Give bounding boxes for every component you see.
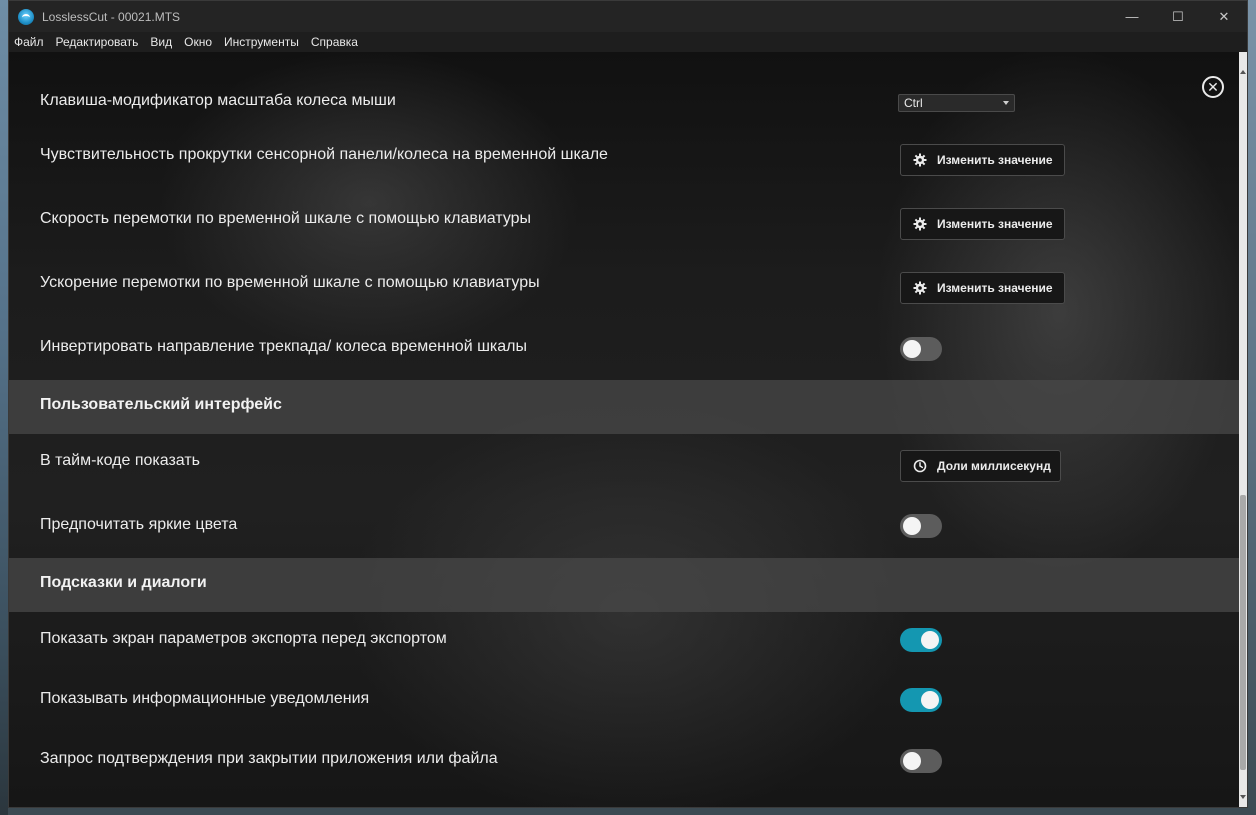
timecode-format-button-label: Доли миллисекунд [937, 459, 1051, 473]
timecode-format-button[interactable]: Доли миллисекунд [900, 450, 1061, 482]
close-icon[interactable]: ✕ [1202, 76, 1224, 98]
app-window: LosslessCut - 00021.MTS — ☐ ✕ Файл Редак… [8, 0, 1248, 808]
section-header-ui: Пользовательский интерфейс [9, 380, 1239, 434]
export-confirm-label: Показать экран параметров экспорта перед… [40, 630, 447, 647]
close-window-button[interactable]: ✕ [1201, 1, 1247, 32]
menu-window[interactable]: Окно [178, 35, 218, 49]
menu-file[interactable]: Файл [9, 35, 50, 49]
section-title-ui: Пользовательский интерфейс [40, 396, 282, 413]
clock-icon [913, 459, 927, 473]
scrollbar-thumb[interactable] [1240, 495, 1246, 770]
keyboard-seek-speed-button-label: Изменить значение [937, 217, 1053, 231]
desktop-background [0, 0, 8, 815]
app-logo-icon [18, 8, 34, 25]
scroll-up-icon[interactable] [1240, 70, 1246, 74]
gear-icon [913, 153, 927, 167]
gear-icon [913, 217, 927, 231]
chevron-down-icon [1003, 101, 1009, 105]
menu-bar: Файл Редактировать Вид Окно Инструменты … [9, 32, 1247, 52]
toggle-knob [903, 517, 921, 535]
menu-tools[interactable]: Инструменты [218, 35, 305, 49]
info-notifications-label: Показывать информационные уведомления [40, 690, 370, 707]
menu-view[interactable]: Вид [144, 35, 178, 49]
window-title: LosslessCut - 00021.MTS [42, 9, 181, 24]
menu-edit[interactable]: Редактировать [50, 35, 145, 49]
keyboard-seek-accel-label: Ускорение перемотки по временной шкале с… [40, 274, 540, 291]
settings-panel: Клавиша-модификатор масштаба колеса мыши… [9, 52, 1239, 807]
invert-wheel-toggle[interactable] [900, 337, 942, 361]
toggle-knob [921, 631, 939, 649]
wheel-zoom-modifier-select[interactable]: Ctrl [898, 94, 1015, 112]
wheel-sensitivity-button-label: Изменить значение [937, 153, 1053, 167]
section-header-hints: Подсказки и диалоги [9, 558, 1239, 612]
toggle-knob [903, 340, 921, 358]
maximize-button[interactable]: ☐ [1155, 1, 1201, 32]
confirm-close-label: Запрос подтверждения при закрытии прилож… [40, 750, 498, 767]
title-bar: LosslessCut - 00021.MTS — ☐ ✕ [9, 1, 1247, 32]
bright-colors-label: Предпочитать яркие цвета [40, 516, 238, 533]
wheel-sensitivity-label: Чувствительность прокрутки сенсорной пан… [40, 146, 608, 163]
toggle-knob [903, 752, 921, 770]
gear-icon [913, 281, 927, 295]
bright-colors-toggle[interactable] [900, 514, 942, 538]
scroll-down-icon[interactable] [1240, 795, 1246, 799]
keyboard-seek-speed-button[interactable]: Изменить значение [900, 208, 1065, 240]
export-confirm-toggle[interactable] [900, 628, 942, 652]
toggle-knob [921, 691, 939, 709]
keyboard-seek-speed-label: Скорость перемотки по временной шкале с … [40, 210, 532, 227]
menu-help[interactable]: Справка [305, 35, 364, 49]
wheel-zoom-modifier-value: Ctrl [904, 96, 923, 110]
info-notifications-toggle[interactable] [900, 688, 942, 712]
vertical-scrollbar[interactable] [1239, 52, 1247, 807]
wheel-zoom-modifier-label: Клавиша-модификатор масштаба колеса мыши [40, 92, 396, 109]
confirm-close-toggle[interactable] [900, 749, 942, 773]
wheel-sensitivity-button[interactable]: Изменить значение [900, 144, 1065, 176]
invert-wheel-label: Инвертировать направление трекпада/ коле… [40, 338, 528, 355]
keyboard-seek-accel-button-label: Изменить значение [937, 281, 1053, 295]
minimize-button[interactable]: — [1109, 1, 1155, 32]
window-controls: — ☐ ✕ [1109, 1, 1247, 32]
section-title-hints: Подсказки и диалоги [40, 574, 207, 591]
timecode-show-label: В тайм-коде показать [40, 452, 201, 469]
keyboard-seek-accel-button[interactable]: Изменить значение [900, 272, 1065, 304]
